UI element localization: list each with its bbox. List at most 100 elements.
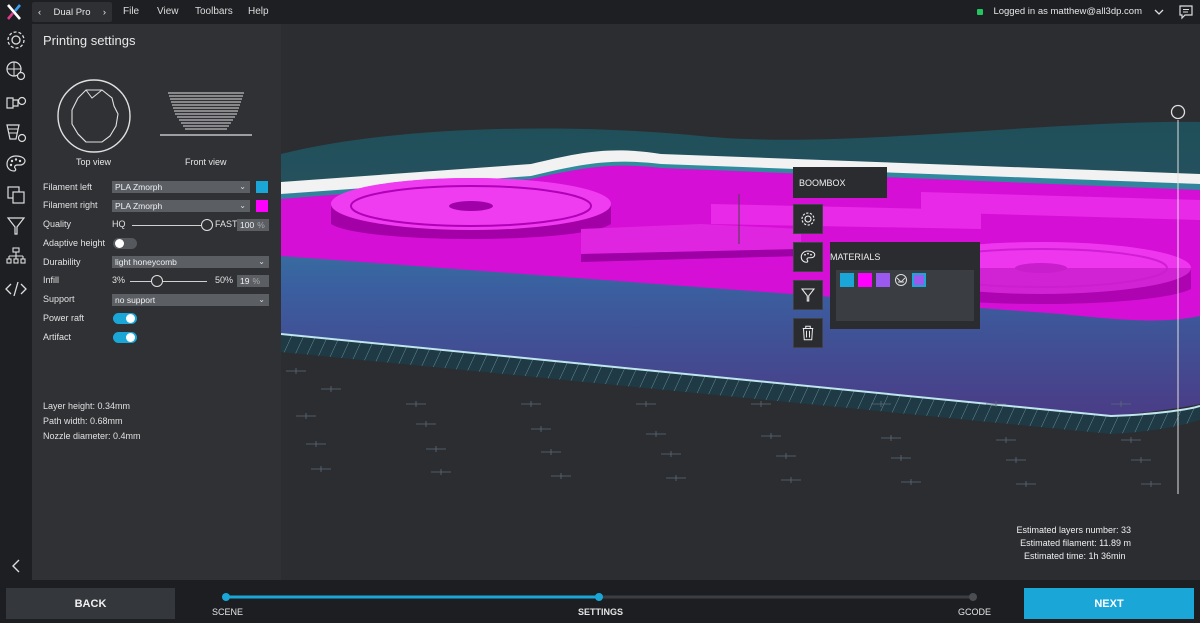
durability-select[interactable]: light honeycomb ⌄ xyxy=(112,256,269,268)
quality-max-label: FAST xyxy=(215,219,238,229)
step-dot-scene xyxy=(222,593,230,601)
estimated-filament: Estimated filament: 11.89 m xyxy=(1020,538,1131,548)
device-selector[interactable]: ‹ Dual Pro › xyxy=(32,2,112,22)
gear-icon xyxy=(801,212,815,226)
infill-min-label: 3% xyxy=(112,275,126,285)
object-name-label: BOOMBOX xyxy=(793,167,887,198)
top-view-image xyxy=(57,79,131,153)
chevron-down-icon: ⌄ xyxy=(258,295,265,304)
estimated-time: Estimated time: 1h 36min xyxy=(1024,551,1126,561)
object-name: BOOMBOX xyxy=(799,177,846,188)
filament-right-select[interactable]: PLA Zmorph ⌄ xyxy=(112,200,250,212)
chevron-down-icon[interactable] xyxy=(1154,8,1164,16)
support-select[interactable]: no support ⌄ xyxy=(112,294,269,306)
infill-value: 19 xyxy=(240,276,250,286)
front-view-image xyxy=(160,92,252,136)
adaptive-height-label: Adaptive height xyxy=(43,238,106,248)
hand-gear-icon[interactable] xyxy=(4,90,28,114)
material-swatch-mixed[interactable] xyxy=(912,273,926,287)
3d-viewport[interactable]: BOOMBOX MATERIALS Estimated layers numbe… xyxy=(281,24,1200,580)
globe-gear-icon[interactable] xyxy=(4,59,28,83)
login-text: Logged in as matthew@all3dp.com xyxy=(993,6,1142,17)
step-gcode[interactable]: GCODE xyxy=(958,607,991,617)
quality-value-input[interactable]: 100% xyxy=(237,219,269,231)
artifact-toggle[interactable] xyxy=(113,332,137,343)
sliced-model-preview[interactable] xyxy=(281,24,1200,580)
quality-slider-track[interactable] xyxy=(132,225,207,226)
object-filter-button[interactable] xyxy=(793,280,823,310)
chevron-down-icon: ⌄ xyxy=(258,257,265,266)
copy-icon[interactable] xyxy=(4,183,28,207)
infill-value-input[interactable]: 19% xyxy=(237,275,269,287)
chevron-left-icon[interactable]: ‹ xyxy=(38,7,41,18)
chevron-right-icon[interactable]: › xyxy=(103,7,106,18)
material-swatch-magenta[interactable] xyxy=(858,273,872,287)
infill-slider-knob[interactable] xyxy=(151,275,163,287)
menu-help[interactable]: Help xyxy=(248,6,269,17)
materials-panel: MATERIALS xyxy=(830,242,980,329)
bottom-bar: BACK SCENE SETTINGS GCODE NEXT xyxy=(0,580,1200,623)
left-toolbar xyxy=(0,24,32,580)
quality-min-label: HQ xyxy=(112,219,126,229)
printing-settings-panel: Printing settings Top view Front view Fi… xyxy=(32,24,281,580)
durability-value: light honeycomb xyxy=(115,257,177,267)
panel-title: Printing settings xyxy=(43,33,136,48)
delete-object-button[interactable] xyxy=(793,318,823,348)
artifact-label: Artifact xyxy=(43,332,72,342)
step-dot-gcode xyxy=(969,593,977,601)
support-value: no support xyxy=(115,295,156,305)
filter-icon[interactable] xyxy=(4,214,28,238)
next-button[interactable]: NEXT xyxy=(1024,588,1194,619)
device-name: Dual Pro xyxy=(53,6,91,18)
top-view-label: Top view xyxy=(76,157,112,167)
durability-label: Durability xyxy=(43,257,81,267)
quality-slider-knob[interactable] xyxy=(201,219,213,231)
infill-label: Infill xyxy=(43,275,60,285)
percent-unit: % xyxy=(252,276,261,286)
support-label: Support xyxy=(43,294,75,304)
trash-icon xyxy=(802,325,814,341)
filter-icon xyxy=(800,288,816,302)
adaptive-height-toggle[interactable] xyxy=(113,238,137,249)
menu-file[interactable]: File xyxy=(123,6,139,17)
object-settings-button[interactable] xyxy=(793,204,823,234)
layers-gear-icon[interactable] xyxy=(4,121,28,145)
step-scene[interactable]: SCENE xyxy=(212,607,243,617)
infill-max-label: 50% xyxy=(215,275,234,285)
filament-right-value: PLA Zmorph xyxy=(115,201,163,211)
layer-height-info: Layer height: 0.34mm xyxy=(43,401,131,411)
material-swatch-purple[interactable] xyxy=(876,273,890,287)
filament-left-select[interactable]: PLA Zmorph ⌄ xyxy=(112,181,250,193)
quality-value: 100 xyxy=(240,220,255,230)
infill-slider-track[interactable] xyxy=(130,281,207,282)
power-raft-toggle[interactable] xyxy=(113,313,137,324)
chat-icon[interactable] xyxy=(1178,4,1194,20)
hierarchy-icon[interactable] xyxy=(4,245,28,269)
chevron-down-icon: ⌄ xyxy=(239,201,246,210)
percent-unit: % xyxy=(257,220,265,230)
power-raft-label: Power raft xyxy=(43,313,85,323)
gear-icon[interactable] xyxy=(4,28,28,52)
material-swatch-cyan[interactable] xyxy=(840,273,854,287)
collapse-panel-icon[interactable] xyxy=(4,554,28,578)
filament-right-label: Filament right xyxy=(43,200,98,210)
nozzle-diameter-info: Nozzle diameter: 0.4mm xyxy=(43,431,141,441)
object-materials-button[interactable] xyxy=(793,242,823,272)
menu-view[interactable]: View xyxy=(157,6,179,17)
palette-icon[interactable] xyxy=(4,152,28,176)
palette-icon xyxy=(800,250,816,263)
back-button[interactable]: BACK xyxy=(6,588,175,619)
menu-toolbars[interactable]: Toolbars xyxy=(195,6,233,17)
quality-label: Quality xyxy=(43,219,72,229)
chevron-down-icon: ⌄ xyxy=(239,182,246,191)
step-settings[interactable]: SETTINGS xyxy=(578,607,623,617)
filament-right-color-swatch[interactable] xyxy=(256,200,268,212)
path-width-info: Path width: 0.68mm xyxy=(43,416,123,426)
login-status: Logged in as matthew@all3dp.com xyxy=(977,6,1142,17)
estimated-layers: Estimated layers number: 33 xyxy=(1016,525,1131,535)
filament-left-color-swatch[interactable] xyxy=(256,181,268,193)
code-icon[interactable] xyxy=(4,277,28,301)
filament-left-value: PLA Zmorph xyxy=(115,182,163,192)
material-pattern-icon[interactable] xyxy=(894,273,908,287)
step-progress xyxy=(222,593,977,601)
